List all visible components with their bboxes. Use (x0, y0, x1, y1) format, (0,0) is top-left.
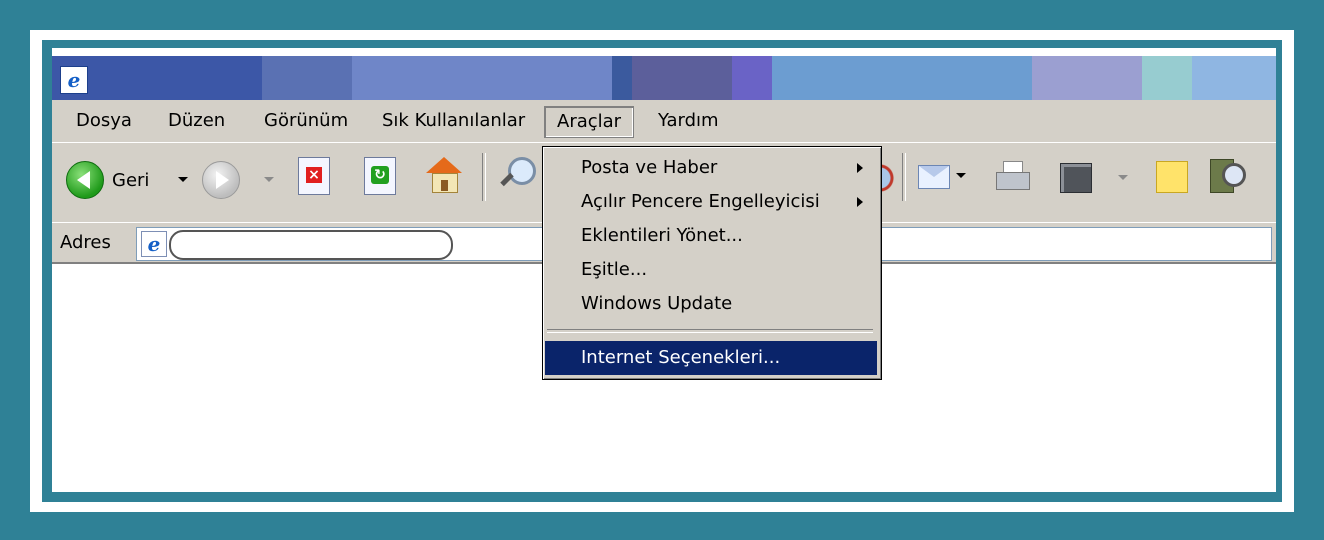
research-button[interactable] (1208, 155, 1246, 195)
refresh-button[interactable]: ↻ (364, 157, 396, 195)
search-icon (496, 155, 536, 195)
back-button[interactable]: Geri (66, 161, 149, 199)
forward-dropdown[interactable] (264, 177, 274, 182)
discuss-button[interactable] (1156, 161, 1188, 193)
edit-icon (1060, 163, 1092, 193)
toolbar-separator (902, 153, 906, 201)
refresh-icon: ↻ (364, 157, 396, 195)
menu-item-internet-options[interactable]: Internet Seçenekleri... (545, 341, 877, 375)
ie-app-icon: e (60, 66, 88, 94)
menu-separator (547, 329, 873, 333)
tools-dropdown-menu: Posta ve Haber Açılır Pencere Engelleyic… (542, 146, 882, 380)
menu-bar: Dosya Düzen Görünüm Sık Kullanılanlar Ar… (52, 100, 1276, 143)
edit-dropdown[interactable] (1118, 175, 1128, 180)
menu-yardim[interactable]: Yardım (646, 106, 731, 136)
toolbar-separator (482, 153, 486, 201)
back-label: Geri (112, 169, 150, 191)
mail-button[interactable] (916, 159, 966, 191)
stop-button[interactable]: × (298, 157, 330, 195)
edit-button[interactable] (1060, 163, 1092, 193)
forward-button[interactable] (202, 161, 240, 199)
title-bar: e (52, 56, 1276, 100)
address-redacted (169, 230, 453, 260)
research-icon (1208, 155, 1246, 195)
submenu-arrow-icon (857, 197, 863, 207)
back-dropdown[interactable] (178, 177, 188, 182)
messenger-partial[interactable] (880, 163, 898, 193)
menu-item-manage-addons[interactable]: Eklentileri Yönet... (545, 219, 877, 253)
back-icon (66, 161, 104, 199)
browser-window: e Dosya Düzen Görünüm Sık Kullanılanlar … (52, 48, 1276, 492)
menu-item-popup-blocker[interactable]: Açılır Pencere Engelleyicisi (545, 185, 877, 219)
home-icon (424, 155, 464, 195)
forward-icon (202, 161, 240, 199)
menu-duzen[interactable]: Düzen (156, 106, 237, 136)
menu-item-posta-ve-haber[interactable]: Posta ve Haber (545, 151, 877, 185)
search-button[interactable] (496, 155, 536, 195)
menu-gorunum[interactable]: Görünüm (252, 106, 360, 136)
menu-sik-kullanilanlar[interactable]: Sık Kullanılanlar (370, 106, 537, 136)
address-label: Adres (60, 232, 111, 253)
menu-item-windows-update[interactable]: Windows Update (545, 287, 877, 321)
menu-dosya[interactable]: Dosya (64, 106, 144, 136)
print-button[interactable] (994, 159, 1032, 195)
menu-item-synchronize[interactable]: Eşitle... (545, 253, 877, 287)
globe-icon (880, 163, 898, 193)
mail-icon (916, 159, 954, 191)
submenu-arrow-icon (857, 163, 863, 173)
home-button[interactable] (424, 155, 464, 195)
page-icon: e (141, 231, 167, 257)
stop-icon: × (298, 157, 330, 195)
print-icon (994, 159, 1032, 195)
menu-araclar[interactable]: Araçlar (544, 106, 635, 138)
messenger-icon (1156, 161, 1188, 193)
